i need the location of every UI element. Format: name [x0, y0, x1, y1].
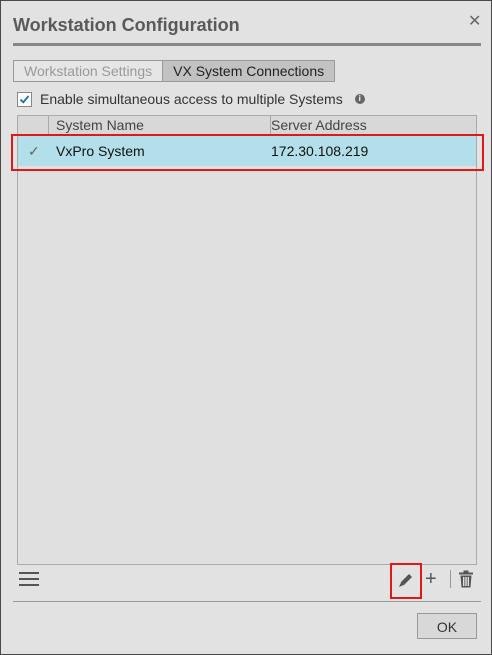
header-check-column	[18, 116, 49, 135]
tab-vx-system-connections[interactable]: VX System Connections	[162, 60, 336, 82]
multi-system-checkbox[interactable]	[17, 91, 32, 107]
header-server-address-label: Server Address	[271, 117, 367, 133]
trash-icon[interactable]	[458, 570, 474, 588]
workstation-configuration-dialog: Workstation Configuration ✕ Workstation …	[0, 0, 492, 655]
title-divider	[13, 43, 481, 46]
multi-system-label: Enable simultaneous access to multiple S…	[40, 91, 343, 107]
row-system-name: VxPro System	[56, 143, 145, 159]
checkmark-icon	[19, 94, 30, 104]
multi-system-option: Enable simultaneous access to multiple S…	[17, 91, 365, 107]
tab-workstation-settings[interactable]: Workstation Settings	[13, 60, 163, 82]
tab-bar: Workstation Settings VX System Connectio…	[13, 60, 336, 82]
close-icon[interactable]: ✕	[468, 11, 481, 31]
footer-divider	[13, 601, 481, 602]
info-icon[interactable]: i	[354, 94, 365, 104]
edit-icon[interactable]	[397, 571, 415, 589]
menu-icon[interactable]	[19, 572, 39, 586]
header-system-name[interactable]: System Name	[48, 116, 271, 135]
system-connections-table: System Name Server Address ✓ VxPro Syste…	[17, 115, 477, 565]
add-icon[interactable]: +	[425, 569, 437, 589]
table-row[interactable]: ✓ VxPro System 172.30.108.219	[18, 136, 476, 166]
ok-button[interactable]: OK	[417, 613, 477, 639]
table-header: System Name Server Address	[18, 116, 476, 136]
row-active-check-icon: ✓	[28, 143, 40, 159]
dialog-title: Workstation Configuration	[13, 15, 240, 35]
toolbar-separator	[450, 570, 451, 588]
row-server-address: 172.30.108.219	[271, 143, 369, 159]
header-server-address[interactable]: Server Address	[271, 116, 466, 135]
